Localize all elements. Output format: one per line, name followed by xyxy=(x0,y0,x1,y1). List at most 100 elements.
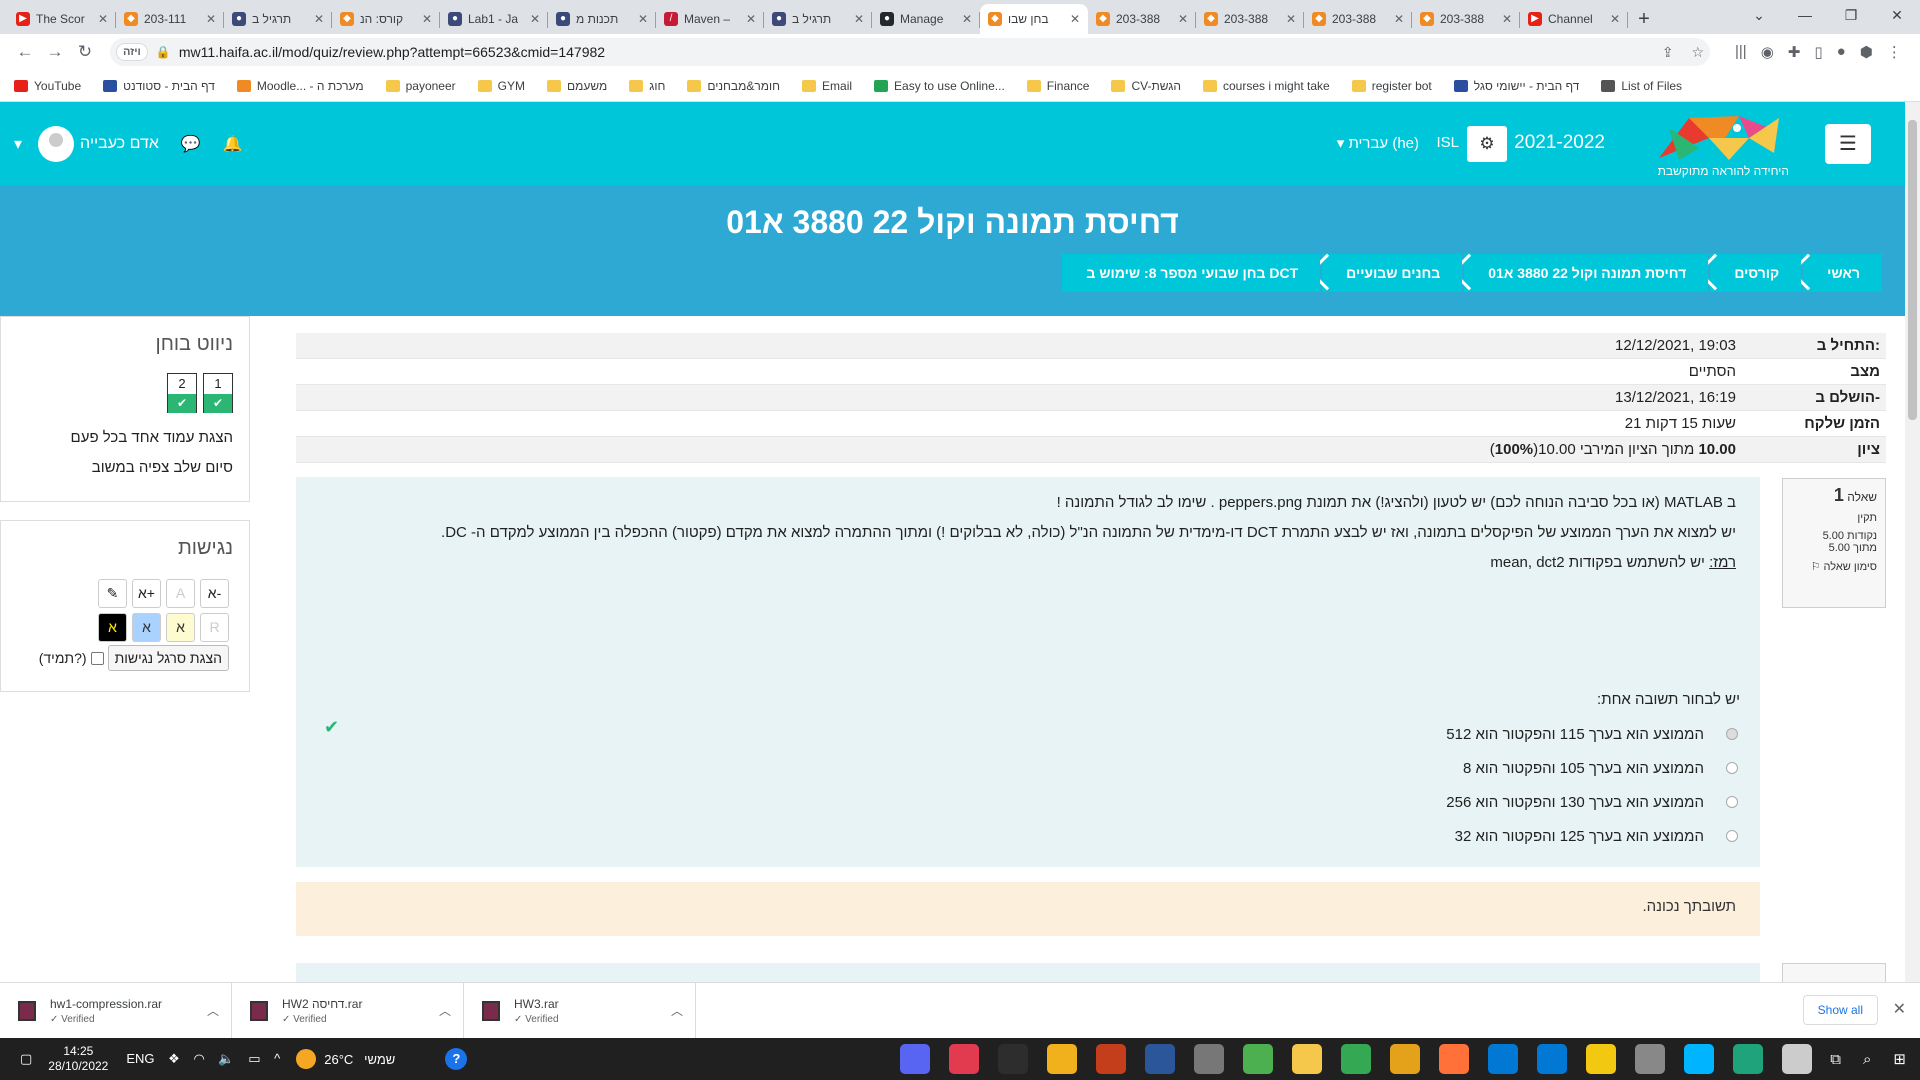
taskbar-app-icon[interactable] xyxy=(1390,1044,1420,1074)
browser-tab[interactable]: ● Lab1 - Ja ✕ xyxy=(440,4,548,34)
taskbar-app-icon[interactable] xyxy=(1439,1044,1469,1074)
bookmark-item[interactable]: List of Files xyxy=(1601,79,1682,93)
browser-tab[interactable]: ◆ 203-388 ✕ xyxy=(1088,4,1196,34)
bookmark-label[interactable]: Easy to use Online... xyxy=(894,79,1005,93)
profile-icon[interactable]: ● xyxy=(1837,43,1846,61)
language-label[interactable]: עברית (he) xyxy=(1348,135,1419,152)
tab-close-icon[interactable]: ✕ xyxy=(1394,12,1404,26)
bookmark-label[interactable]: דף הבית - סטודנט xyxy=(123,79,215,93)
quiz-nav-question-button[interactable]: 1 ✔ xyxy=(203,373,233,413)
finish-review-link[interactable]: סיום שלב צפיה במשוב xyxy=(92,459,233,476)
download-item[interactable]: HW3.rar ✓ Verified ︿ xyxy=(464,982,696,1039)
bookmark-label[interactable]: register bot xyxy=(1372,79,1432,93)
help-icon[interactable]: ? xyxy=(445,1048,468,1070)
breadcrumb-item[interactable]: קורסים xyxy=(1696,253,1802,292)
bookmark-label[interactable]: דף הבית - יישומי סגל xyxy=(1474,79,1580,93)
browser-tab[interactable]: / Maven – ✕ xyxy=(656,4,764,34)
language-caret-icon[interactable]: ▾ xyxy=(1337,135,1349,152)
quiz-nav-question-button[interactable]: 2 ✔ xyxy=(167,373,197,413)
browser-tab[interactable]: ● תכנות מ ✕ xyxy=(548,4,656,34)
download-item[interactable]: hw1-compression.rar ✓ Verified ︿ xyxy=(0,982,232,1039)
bookmark-label[interactable]: payoneer xyxy=(406,79,456,93)
bookmark-item[interactable]: Finance xyxy=(1026,79,1089,93)
bookmark-item[interactable]: דף הבית - סטודנט xyxy=(103,79,215,93)
answer-option[interactable]: הממוצע הוא בערך 105 והפקטור הוא 8 xyxy=(1446,751,1738,785)
chevron-up-icon[interactable]: ︿ xyxy=(671,1002,683,1019)
show-accessibility-toolbar-button[interactable]: הצגת סרגל נגישות xyxy=(107,645,229,671)
answer-option[interactable]: הממוצע הוא בערך 130 והפקטור הוא 256 xyxy=(1446,785,1738,819)
tab-close-icon[interactable]: ✕ xyxy=(206,12,216,26)
reload-icon[interactable]: ↻ xyxy=(70,42,100,62)
menu-dots-icon[interactable]: ⋮ xyxy=(1887,43,1902,61)
breadcrumb-item[interactable]: בחנים שבועיים xyxy=(1308,253,1463,292)
browser-tab[interactable]: ▶ The Scor ✕ xyxy=(8,4,116,34)
language-menu[interactable]: ▾ עברית (he) xyxy=(1337,134,1419,152)
tab-close-icon[interactable]: ✕ xyxy=(1610,12,1620,26)
input-language[interactable]: ENG xyxy=(126,1051,154,1066)
clock[interactable]: 14:25 28/10/2022 xyxy=(48,1044,108,1074)
bookmark-item[interactable]: דף הבית - יישומי סגל xyxy=(1453,79,1580,93)
answer-option-label[interactable]: הממוצע הוא בערך 125 והפקטור הוא 32 xyxy=(1455,828,1704,845)
radio-button[interactable] xyxy=(1726,796,1738,808)
download-item[interactable]: HW2 דחיסה.rar ✓ Verified ︿ xyxy=(232,982,464,1039)
url-text[interactable]: mw11.haifa.ac.il/mod/quiz/review.php?att… xyxy=(179,44,1648,60)
tab-close-icon[interactable]: ✕ xyxy=(1070,12,1080,26)
side-panel-icon[interactable]: ▯ xyxy=(1814,43,1822,61)
browser-tab[interactable]: ◆ קורס: הנ ✕ xyxy=(332,4,440,34)
answer-option-label[interactable]: הממוצע הוא בערך 105 והפקטור הוא 8 xyxy=(1463,760,1704,777)
tab-close-icon[interactable]: ✕ xyxy=(314,12,324,26)
browser-tab[interactable]: ◆ 203-388 ✕ xyxy=(1196,4,1304,34)
battery-icon[interactable]: ▭ xyxy=(248,1051,260,1066)
search-icon[interactable]: ⌕ xyxy=(1863,1051,1871,1068)
color-scheme-button[interactable]: א xyxy=(166,613,195,642)
browser-tab[interactable]: ◆ 203-388 ✕ xyxy=(1412,4,1520,34)
user-menu[interactable]: ▾ אדם כעבייה 💬 🔔 xyxy=(14,126,243,162)
taskbar-app-icon[interactable] xyxy=(1243,1044,1273,1074)
bookmark-item[interactable]: courses i might take xyxy=(1203,79,1330,93)
site-badge[interactable]: ויזה xyxy=(116,43,148,61)
download-filename[interactable]: HW3.rar xyxy=(514,997,559,1011)
bookmark-item[interactable]: Email xyxy=(802,79,852,93)
bookmark-item[interactable]: חומר&מבחנים xyxy=(687,79,780,93)
taskbar-app-icon[interactable] xyxy=(1635,1044,1665,1074)
browser-tab[interactable]: ● תרגיל ב ✕ xyxy=(224,4,332,34)
taskbar-app-icon[interactable] xyxy=(1488,1044,1518,1074)
isl-link[interactable]: ISL xyxy=(1436,134,1459,151)
color-scheme-button[interactable]: R xyxy=(200,613,229,642)
font-size-button[interactable]: ✎ xyxy=(98,579,127,608)
bookmark-label[interactable]: חוג xyxy=(649,79,665,93)
taskbar-app-icon[interactable] xyxy=(1586,1044,1616,1074)
taskbar-app-icon[interactable] xyxy=(1096,1044,1126,1074)
bookmark-item[interactable]: register bot xyxy=(1351,79,1432,93)
font-size-button[interactable]: א- xyxy=(200,579,229,608)
tab-close-icon[interactable]: ✕ xyxy=(530,12,540,26)
avatar[interactable] xyxy=(38,126,75,162)
breadcrumb-label[interactable]: דחיסת תמונה וקול 22 3880 א01 xyxy=(1488,265,1686,281)
bookmark-item[interactable]: CV-הגשת xyxy=(1111,79,1181,93)
page-scrollbar[interactable] xyxy=(1905,102,1920,982)
chevron-up-icon[interactable]: ︿ xyxy=(439,1002,451,1019)
tab-close-icon[interactable]: ✕ xyxy=(746,12,756,26)
user-menu-caret-icon[interactable]: ▾ xyxy=(14,134,22,154)
dropbox-icon[interactable]: ❖ xyxy=(168,1051,180,1066)
taskbar-app-icon[interactable] xyxy=(949,1044,979,1074)
bookmark-item[interactable]: Easy to use Online... xyxy=(874,79,1005,93)
browser-tab[interactable]: ◆ 203-111 ✕ xyxy=(116,4,224,34)
bookmark-label[interactable]: Moodle... - מערכת ה xyxy=(257,79,364,93)
browser-tab[interactable]: ● Manage ✕ xyxy=(872,4,980,34)
browser-tab[interactable]: ● תרגיל ב ✕ xyxy=(764,4,872,34)
color-scheme-button[interactable]: א xyxy=(132,613,161,642)
bookmark-item[interactable]: משעמם xyxy=(546,79,607,93)
radio-button[interactable] xyxy=(1726,830,1738,842)
tab-search-icon[interactable]: ⌄ xyxy=(1736,0,1782,30)
flag-question-label[interactable]: סימון שאלה xyxy=(1824,561,1877,573)
puzzle-icon[interactable]: ✚ xyxy=(1788,43,1801,61)
settings-gear-button[interactable]: ⚙ xyxy=(1467,126,1507,162)
breadcrumb-item[interactable]: דחיסת תמונה וקול 22 3880 א01 xyxy=(1450,253,1709,292)
show-one-page-link[interactable]: הצגת עמוד אחד בכל פעם xyxy=(71,429,233,446)
share-icon[interactable]: ⇪ xyxy=(1662,44,1674,60)
chevron-up-icon[interactable]: ︿ xyxy=(207,1002,219,1019)
tray-expand-icon[interactable]: ^ xyxy=(274,1051,280,1066)
answer-option[interactable]: הממוצע הוא בערך 115 והפקטור הוא 512 xyxy=(1446,717,1738,751)
taskbar-app-icon[interactable] xyxy=(1733,1044,1763,1074)
